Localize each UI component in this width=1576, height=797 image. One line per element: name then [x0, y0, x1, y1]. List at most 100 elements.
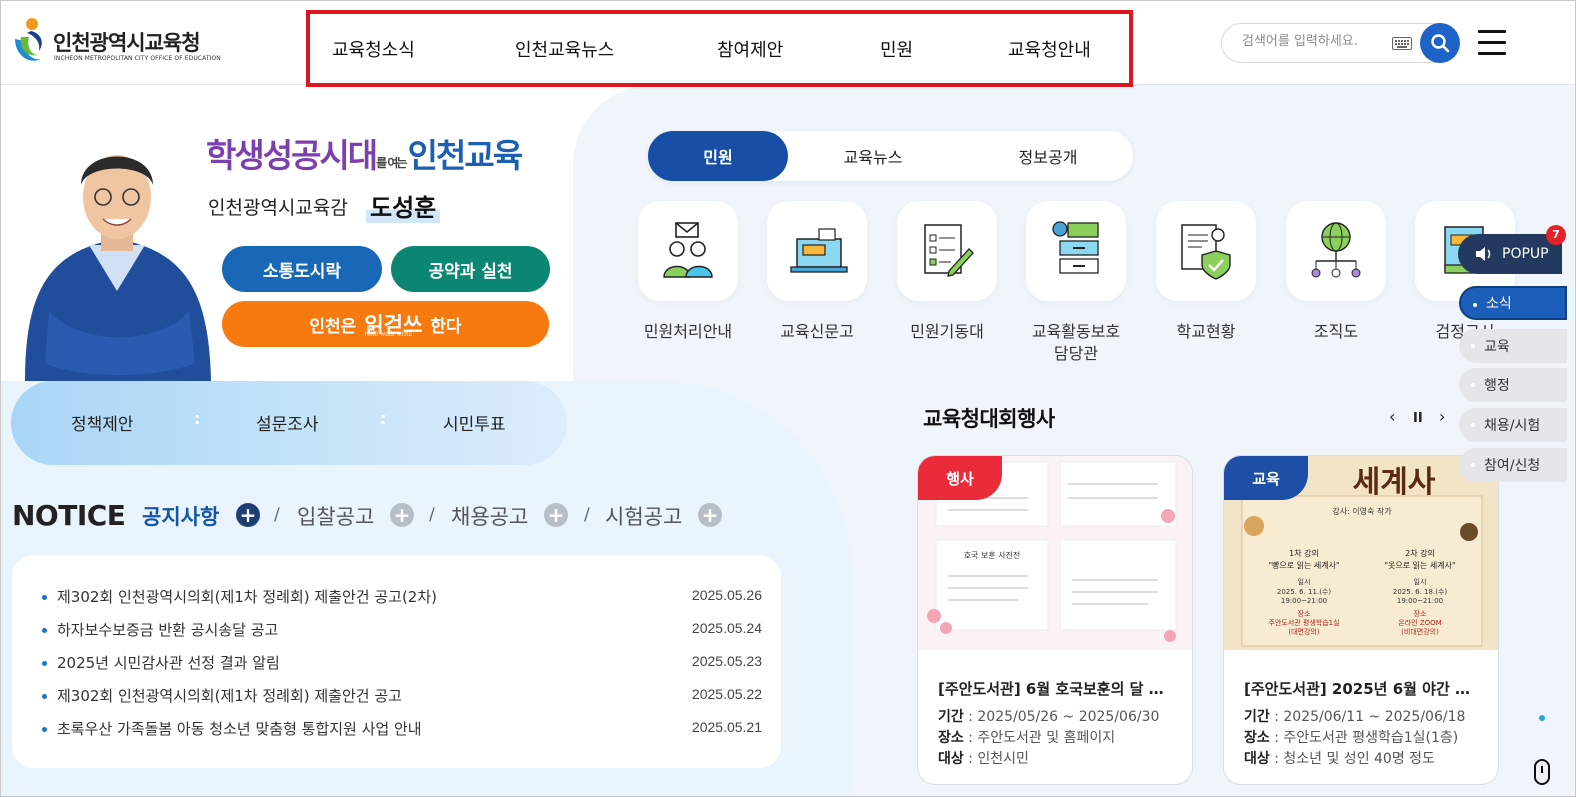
event-poster: 호국 보훈 사진전 행사 [918, 456, 1192, 650]
poster-place-label: 장소 [1414, 609, 1427, 618]
quick-nav-education[interactable]: 교육 [1459, 329, 1567, 363]
service-civil-squad[interactable] [897, 201, 997, 301]
poster-lecturer: 강사: 이영숙 작가 [1332, 506, 1392, 516]
reading-campaign-button[interactable]: 인천은 읽걷쓰 read walk write 한다 [222, 301, 549, 347]
notice-date: 2025.05.26 [691, 587, 762, 603]
quick-nav-recruit[interactable]: 채용/시험 [1459, 408, 1567, 442]
browser-viewport: 인천광역시교육청 INCHEON METROPOLITAN CITY OFFIC… [0, 0, 1576, 797]
slogan-part-3: 인천교육 [407, 136, 523, 175]
exams-more-button[interactable]: + [698, 503, 722, 527]
poster-date1: 2025. 6. 11.(수) [1277, 588, 1331, 596]
policy-separator: : [194, 409, 201, 428]
nav-item-incheon-news[interactable]: 인천교육뉴스 [515, 36, 614, 62]
people-mail-icon [663, 222, 713, 278]
tab-civil-service[interactable]: 민원 [648, 131, 788, 181]
event-card[interactable]: 세계사 강사: 이영숙 작가 1차 강의 "빵으로 읽는 세계사" 2차 강의 … [1223, 455, 1499, 785]
event-category-badge: 행사 [918, 456, 1002, 500]
poster-session1: 1차 강의 [1289, 548, 1319, 558]
service-label-line1: 교육활동보호 [1031, 322, 1121, 341]
target-label: 대상 [1244, 751, 1270, 767]
poster-time: 19:00~21:00 [1397, 597, 1443, 605]
nav-item-about[interactable]: 교육청안내 [1008, 36, 1091, 62]
tab-exams[interactable]: 시험공고 [605, 501, 682, 531]
slogan-text: 학생성공시대를 여는 인천교육 [206, 129, 523, 177]
service-civil-guide[interactable] [638, 201, 738, 301]
tab-edu-news[interactable]: 교육뉴스 [808, 131, 938, 181]
list-item[interactable]: 제302회 인천광역시의회(제1차 정례회) 제출안건 공고(2차) 2025.0… [42, 586, 762, 608]
events-prev-button[interactable]: ‹ [1389, 407, 1395, 426]
bids-more-button[interactable]: + [390, 503, 414, 527]
service-label: 조직도 [1313, 322, 1359, 341]
survey-link[interactable]: 설문조사 [256, 410, 319, 435]
reading-hand: 읽걷쓰 read walk write [364, 309, 422, 339]
list-item[interactable]: 제302회 인천광역시의회(제1차 정례회) 제출안건 공고 2025.05.22 [42, 685, 762, 707]
search-input[interactable] [1242, 34, 1382, 49]
quick-nav-apply[interactable]: 참여/신청 [1459, 448, 1567, 482]
poster-headline: 세계사 [1353, 465, 1436, 500]
keyboard-icon[interactable] [1392, 37, 1412, 50]
event-category-badge: 교육 [1224, 456, 1308, 500]
poster-date2: 2025. 6. 18.(수) [1393, 588, 1447, 596]
nav-item-news[interactable]: 교육청소식 [332, 36, 415, 62]
events-next-button[interactable]: › [1439, 407, 1445, 426]
event-card[interactable]: 호국 보훈 사진전 행사 [주안도서관] 6월 호국보훈의 달 … 기간 : 2… [917, 455, 1193, 785]
service-teacher-protection[interactable] [1026, 201, 1126, 301]
pledge-button[interactable]: 공약과 실천 [391, 246, 550, 292]
poster-session2: 2차 강의 [1405, 548, 1435, 558]
notice-title: 2025년 시민감사관 선정 결과 알림 [57, 654, 280, 672]
citizen-vote-link[interactable]: 시민투표 [443, 410, 506, 435]
notice-list: 제302회 인천광역시의회(제1차 정례회) 제출안건 공고(2차) 2025.0… [12, 555, 781, 768]
target-label: 대상 [938, 751, 964, 767]
scroll-mouse-icon[interactable] [1534, 759, 1550, 785]
notice-date: 2025.05.24 [691, 620, 762, 636]
poster-time: 19:00~21:00 [1281, 597, 1327, 605]
event-target: 대상 : 인천시민 [938, 751, 1029, 767]
main-nav: 교육청소식 인천교육뉴스 참여제안 민원 교육청안내 [306, 10, 1133, 87]
tab-bids[interactable]: 입찰공고 [297, 501, 374, 531]
period-label: 기간 [938, 709, 964, 725]
tab-separator: / [584, 505, 590, 525]
policy-separator: : [380, 409, 387, 428]
communication-button[interactable]: 소통도시락 [222, 246, 382, 292]
period-value: 2025/06/11 ~ 2025/06/18 [1283, 709, 1466, 725]
search-button[interactable] [1420, 23, 1460, 63]
policy-bar: 정책제안 : 설문조사 : 시민투표 [11, 381, 567, 465]
nav-item-participation[interactable]: 참여제안 [717, 36, 783, 62]
events-pause-button[interactable]: II [1413, 411, 1423, 426]
tab-recruitment[interactable]: 채용공고 [451, 501, 528, 531]
list-item[interactable]: 초록우산 가족돌봄 아동 청소년 맞춤형 통합지원 사업 안내 2025.05.2… [42, 718, 762, 740]
announcements-more-button[interactable]: + [236, 503, 260, 527]
event-place: 장소 : 주안도서관 평생학습1실(1층) [1244, 730, 1459, 746]
event-period: 기간 : 2025/05/26 ~ 2025/06/30 [938, 709, 1160, 725]
service-label: 민원기동대 [910, 322, 984, 341]
list-item[interactable]: 하자보수보증금 반환 공시송달 공고 2025.05.24 [42, 619, 762, 641]
quick-nav-news[interactable]: 소식 [1459, 286, 1567, 320]
nav-item-civil[interactable]: 민원 [880, 36, 913, 62]
service-label-line2: 담당관 [1053, 344, 1099, 363]
service-org-chart[interactable] [1286, 201, 1386, 301]
tab-information[interactable]: 정보공개 [978, 131, 1118, 181]
notice-title: 제302회 인천광역시의회(제1차 정례회) 제출안건 공고(2차) [57, 588, 437, 606]
poster-session1-title: "빵으로 읽는 세계사" [1268, 560, 1339, 570]
service-school-status[interactable] [1156, 201, 1256, 301]
poster-session2-title: "옷으로 읽는 세계사" [1384, 560, 1455, 570]
list-item[interactable]: 2025년 시민감사관 선정 결과 알림 2025.05.23 [42, 652, 762, 674]
period-value: 2025/05/26 ~ 2025/06/30 [977, 709, 1160, 725]
scroll-indicator-dot [1539, 715, 1545, 721]
poster-title-a: 호국 보훈 사진전 [964, 550, 1021, 560]
tab-announcements[interactable]: 공지사항 [142, 501, 219, 531]
place-value: 주안도서관 평생학습1실(1층) [1283, 730, 1459, 746]
cabinet-icon [1052, 221, 1099, 274]
service-label: 학교현황 [1176, 322, 1236, 341]
globe-network-icon [1311, 222, 1361, 278]
hamburger-menu-icon[interactable] [1478, 30, 1506, 56]
popup-label: POPUP [1502, 246, 1549, 262]
poster-format2: (비대면강의) [1401, 627, 1439, 636]
policy-proposal-link[interactable]: 정책제안 [71, 410, 134, 435]
logo-title: 인천광역시교육청 [53, 31, 201, 55]
recruitment-more-button[interactable]: + [544, 503, 568, 527]
site-logo[interactable]: 인천광역시교육청 INCHEON METROPOLITAN CITY OFFIC… [11, 17, 221, 69]
service-edu-petition[interactable] [767, 201, 867, 301]
quick-nav-admin[interactable]: 행정 [1459, 368, 1567, 402]
notice-date: 2025.05.21 [691, 719, 762, 735]
